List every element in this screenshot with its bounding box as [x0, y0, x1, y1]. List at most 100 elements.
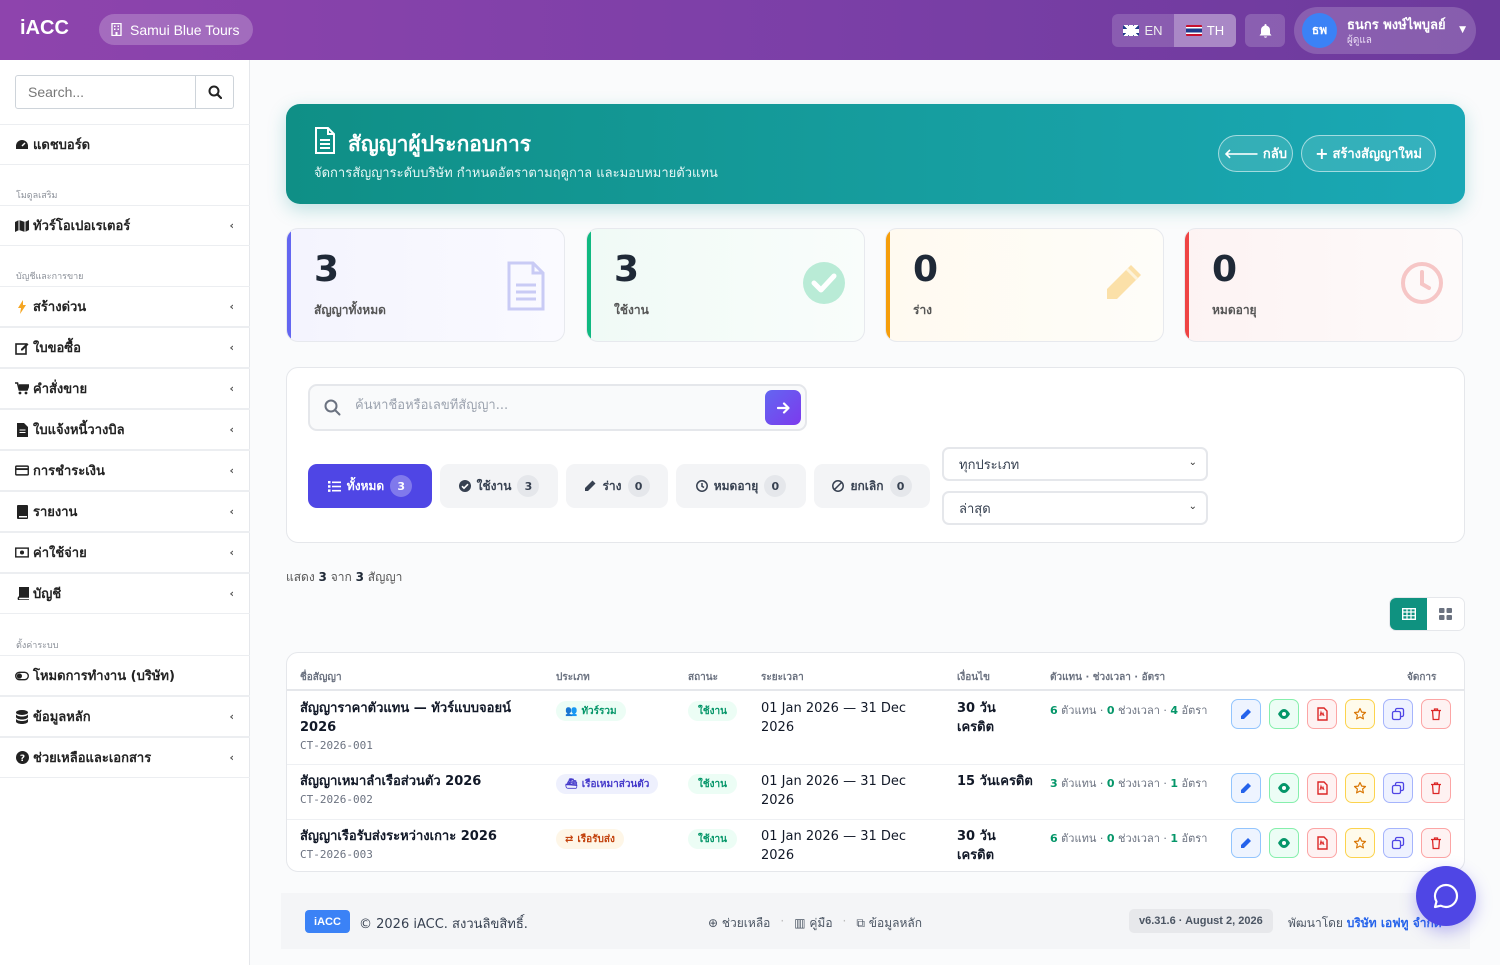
sidebar-item-label: ค่าใช้จ่าย — [33, 546, 87, 561]
duplicate-button[interactable] — [1383, 828, 1413, 858]
search-submit-button[interactable] — [765, 390, 801, 425]
filter-tab-draft[interactable]: ร่าง 0 — [566, 464, 668, 508]
sidebar-item-invoice[interactable]: ใบแจ้งหนี้วางบิล ‹ — [0, 409, 250, 450]
contract-name[interactable]: สัญญาเรือรับส่งระหว่างเกาะ 2026 — [300, 827, 530, 846]
pdf-button[interactable] — [1307, 699, 1337, 729]
contracts-table: ชื่อสัญญา ประเภท สถานะ ระยะเวลา เงื่อนไข… — [286, 652, 1465, 872]
toggle-icon — [15, 669, 29, 683]
pdf-icon — [1317, 836, 1328, 850]
column-header-name: ชื่อสัญญา — [300, 672, 342, 683]
stat-label: หมดอายุ — [1212, 303, 1257, 317]
view-button[interactable] — [1269, 773, 1299, 803]
lang-en-button[interactable]: EN — [1112, 14, 1174, 47]
sidebar-item-purchase-request[interactable]: ใบขอซื้อ ‹ — [0, 327, 250, 368]
footer-link-master-data[interactable]: ⧉ ข้อมูลหลัก — [856, 914, 922, 933]
contract-period: 01 Jan 2026 — 31 Dec 2026 — [761, 701, 907, 735]
view-button[interactable] — [1269, 699, 1299, 729]
contract-period: 01 Jan 2026 — 31 Dec 2026 — [761, 774, 907, 808]
book-icon — [15, 504, 29, 519]
chat-button[interactable] — [1416, 866, 1476, 926]
delete-button[interactable] — [1421, 699, 1451, 729]
pdf-button[interactable] — [1307, 828, 1337, 858]
chat-bubble-icon — [1433, 883, 1459, 909]
favorite-button[interactable] — [1345, 828, 1375, 858]
delete-button[interactable] — [1421, 773, 1451, 803]
sidebar-item-sales-order[interactable]: คำสั่งขาย ‹ — [0, 368, 250, 409]
sidebar-item-master-data[interactable]: ข้อมูลหลัก ‹ — [0, 696, 250, 737]
create-contract-button[interactable]: + สร้างสัญญาใหม่ — [1301, 135, 1436, 172]
footer-link-manual[interactable]: ▥ คู่มือ — [794, 914, 832, 933]
column-header-period: ระยะเวลา — [761, 672, 804, 683]
grid-view-button[interactable] — [1427, 598, 1464, 630]
sidebar-item-tour-operator[interactable]: ทัวร์โอเปอเรเตอร์ ‹ — [0, 205, 250, 246]
filter-tab-all[interactable]: ทั้งหมด 3 — [308, 464, 432, 508]
sidebar-item-work-mode[interactable]: โหมดการทำงาน (บริษัท) — [0, 655, 250, 696]
stat-accent-bar — [587, 229, 591, 341]
table-view-button[interactable] — [1390, 598, 1427, 630]
favorite-button[interactable] — [1345, 773, 1375, 803]
chevron-left-icon: ‹ — [229, 341, 234, 354]
pencil-icon — [1241, 783, 1251, 793]
contract-name[interactable]: สัญญาราคาตัวแทน — ทัวร์แบบจอยน์ 2026 — [300, 699, 515, 737]
agents-summary: 6 ตัวแทน · 0 ช่วงเวลา · 4 อัตรา — [1050, 704, 1208, 717]
contract-terms: 30 วัน เครดิต — [957, 829, 996, 863]
sidebar-item-quick-create[interactable]: สร้างด่วน ‹ — [0, 286, 250, 327]
back-button-label: กลับ — [1262, 147, 1287, 162]
contract-search-box — [308, 384, 807, 431]
sidebar-search-button[interactable] — [195, 76, 233, 108]
lifebuoy-icon: ⊕ — [708, 916, 719, 930]
sidebar-item-reports[interactable]: รายงาน ‹ — [0, 491, 250, 532]
sidebar-search-input[interactable] — [16, 76, 195, 108]
page-subtitle: จัดการสัญญาระดับบริษัท กำหนดอัตราตามฤดูก… — [314, 166, 718, 181]
chevron-left-icon: ‹ — [229, 382, 234, 395]
column-header-actions: จัดการ — [1407, 672, 1437, 683]
sidebar-item-payment[interactable]: การชำระเงิน ‹ — [0, 450, 250, 491]
duplicate-button[interactable] — [1383, 773, 1413, 803]
contract-search-input[interactable] — [355, 398, 745, 413]
document-icon — [315, 127, 335, 154]
pencil-icon — [1241, 838, 1251, 848]
sidebar-item-dashboard[interactable]: แดชบอร์ด — [0, 124, 250, 165]
footer-link-label: คู่มือ — [809, 916, 833, 930]
sidebar-item-accounts[interactable]: บัญชี ‹ — [0, 573, 250, 614]
footer-link-help[interactable]: ⊕ ช่วยเหลือ — [708, 914, 770, 933]
check-circle-icon — [458, 480, 471, 492]
app-logo[interactable]: iACC — [20, 17, 69, 40]
user-menu[interactable]: ธพ ธนกร พงษ์ไพบูลย์ ผู้ดูแล ▼ — [1294, 7, 1476, 54]
main-content: สัญญาผู้ประกอบการ จัดการสัญญาระดับบริษัท… — [251, 60, 1500, 965]
favorite-button[interactable] — [1345, 699, 1375, 729]
avatar: ธพ — [1302, 13, 1337, 48]
seasons-label: ช่วงเวลา — [1118, 832, 1160, 845]
back-button[interactable]: 🡐 กลับ — [1218, 135, 1293, 172]
lang-th-button[interactable]: TH — [1174, 14, 1236, 47]
sidebar-item-expenses[interactable]: ค่าใช้จ่าย ‹ — [0, 532, 250, 573]
filter-tab-cancelled[interactable]: ยกเลิก 0 — [814, 464, 930, 508]
filter-tab-label: ทั้งหมด — [346, 478, 385, 493]
list-icon — [327, 480, 341, 492]
type-select[interactable]: ทุกประเภท ⌄ — [942, 447, 1208, 481]
filter-tab-label: ยกเลิก — [850, 478, 884, 493]
edit-button[interactable] — [1231, 773, 1261, 803]
duplicate-button[interactable] — [1383, 699, 1413, 729]
filter-tab-active[interactable]: ใช้งาน 3 — [440, 464, 558, 508]
document-icon — [507, 261, 545, 311]
company-switcher[interactable]: Samui Blue Tours — [99, 14, 254, 45]
ban-icon — [832, 480, 845, 492]
results-mid: จาก — [330, 570, 352, 584]
delete-button[interactable] — [1421, 828, 1451, 858]
edit-button[interactable] — [1231, 828, 1261, 858]
notifications-button[interactable] — [1245, 14, 1285, 47]
filter-tab-expired[interactable]: หมดอายุ 0 — [676, 464, 806, 508]
sort-select[interactable]: ล่าสุด ⌄ — [942, 491, 1208, 525]
contract-code: CT-2026-001 — [300, 739, 373, 752]
sidebar-item-help-docs[interactable]: ? ช่วยเหลือและเอกสาร ‹ — [0, 737, 250, 778]
edit-button[interactable] — [1231, 699, 1261, 729]
contract-name[interactable]: สัญญาเหมาลำเรือส่วนตัว 2026 — [300, 772, 530, 791]
view-button[interactable] — [1269, 828, 1299, 858]
stat-value: 3 — [314, 249, 340, 290]
pdf-button[interactable] — [1307, 773, 1337, 803]
pencil-icon — [1241, 709, 1251, 719]
caret-down-icon: ▼ — [1459, 25, 1466, 35]
version-badge: v6.31.6 · August 2, 2026 — [1129, 909, 1273, 933]
stat-accent-bar — [287, 229, 291, 341]
